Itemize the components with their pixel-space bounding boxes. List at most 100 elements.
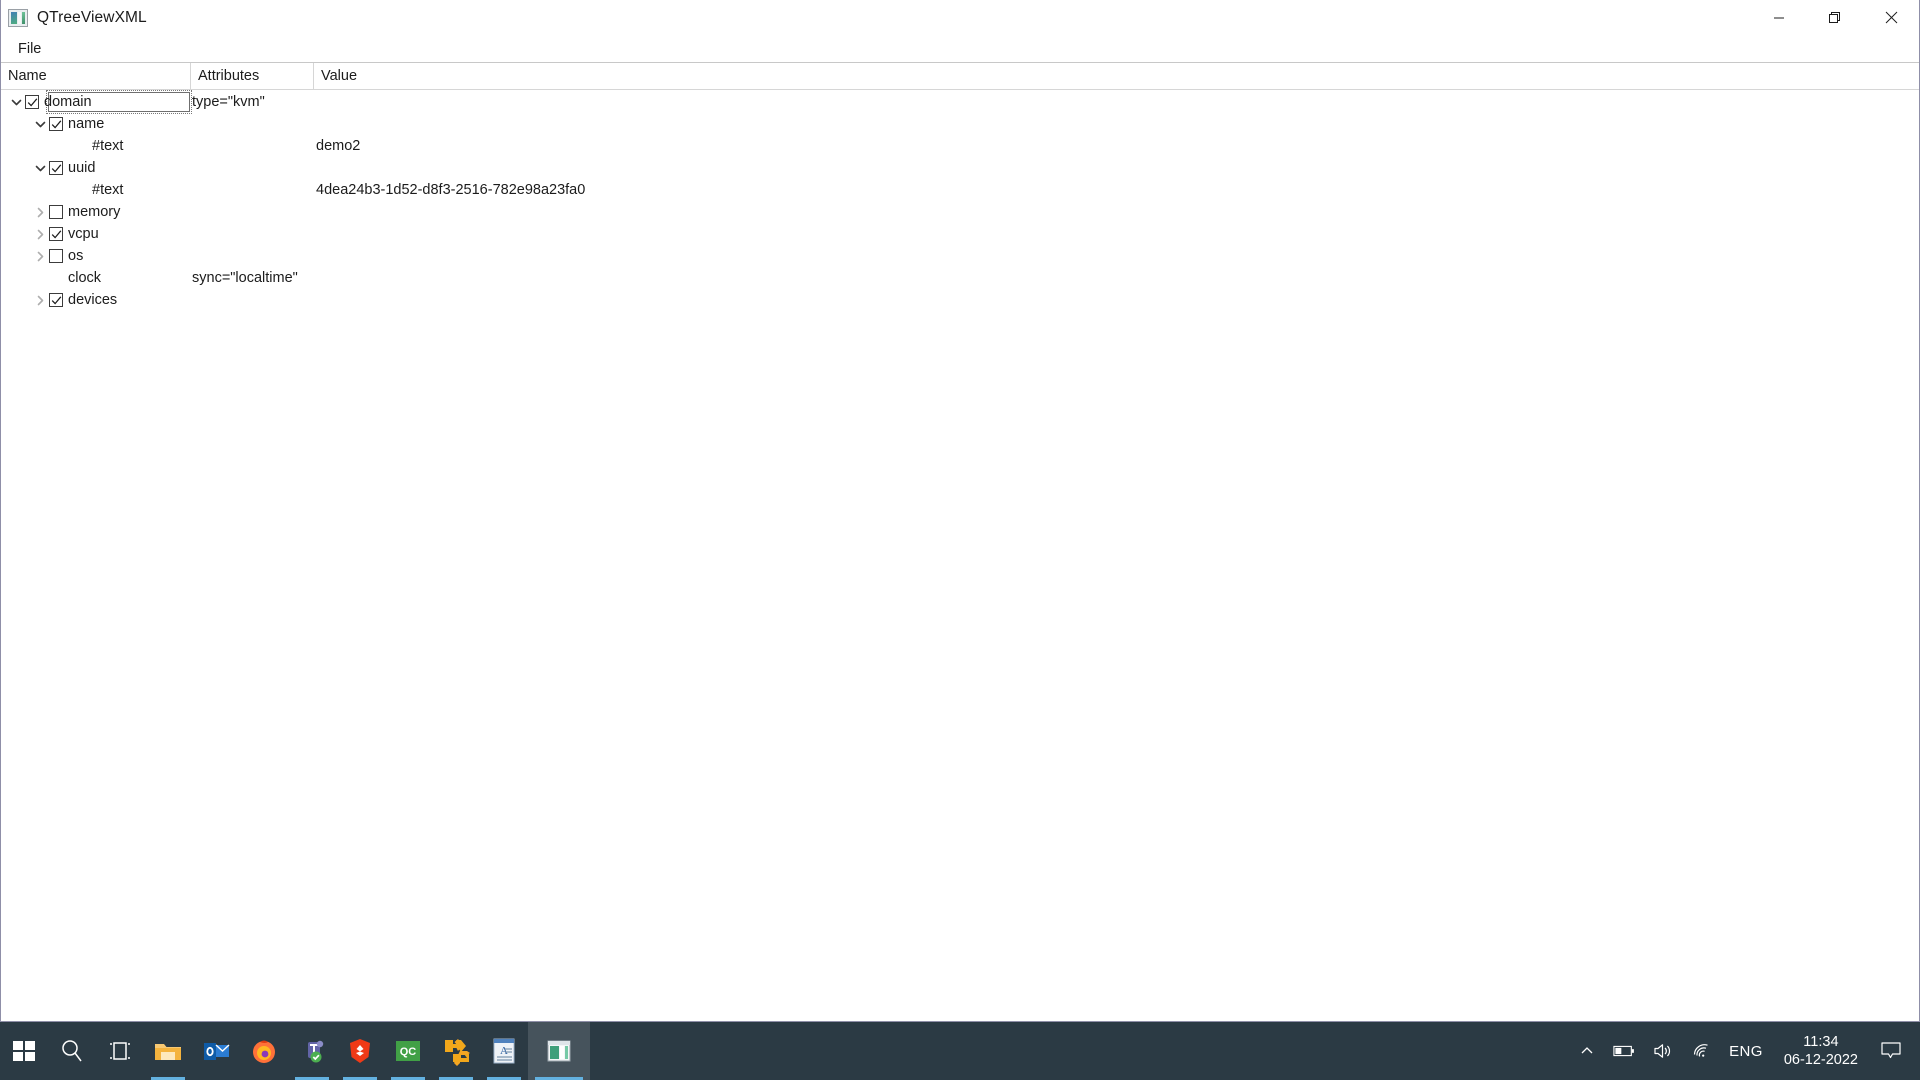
window-controls bbox=[1751, 0, 1919, 35]
chevron-right-icon[interactable] bbox=[31, 289, 49, 311]
wordpad-icon: A bbox=[493, 1038, 515, 1064]
notification-center-button[interactable] bbox=[1870, 1022, 1916, 1080]
visio-icon bbox=[445, 1039, 470, 1066]
tree-node-name-cell[interactable]: #text bbox=[1, 179, 190, 201]
tree-row[interactable]: memory bbox=[1, 201, 1919, 223]
taskbar-spacer bbox=[590, 1022, 1570, 1080]
check-icon bbox=[27, 97, 37, 107]
taskbar-item-microsoft-teams[interactable] bbox=[288, 1022, 336, 1080]
tree-node-attributes: sync="localtime" bbox=[192, 270, 298, 286]
chevron-down-icon[interactable] bbox=[7, 91, 25, 113]
tree-node-name-cell[interactable]: #text bbox=[1, 135, 190, 157]
volume-icon bbox=[1654, 1044, 1671, 1058]
checkbox-unchecked[interactable] bbox=[49, 205, 63, 219]
tree-node-name-cell[interactable]: vcpu bbox=[1, 223, 190, 245]
tree-node-name-cell[interactable]: domain bbox=[1, 90, 192, 114]
taskbar-item-file-explorer[interactable] bbox=[144, 1022, 192, 1080]
branch-spacer bbox=[55, 179, 73, 201]
restore-button[interactable] bbox=[1807, 0, 1863, 35]
close-button[interactable] bbox=[1863, 0, 1919, 35]
chevron-right-icon[interactable] bbox=[31, 201, 49, 223]
taskbar-item-outlook[interactable] bbox=[192, 1022, 240, 1080]
tree-row[interactable]: clock sync="localtime" bbox=[1, 267, 1919, 289]
column-header-name[interactable]: Name bbox=[1, 63, 190, 89]
checkbox-checked[interactable] bbox=[49, 227, 63, 241]
tree-node-name-cell[interactable]: os bbox=[1, 245, 190, 267]
outlook-icon bbox=[204, 1043, 230, 1060]
taskbar-item-search-button[interactable] bbox=[48, 1022, 96, 1080]
minimize-icon bbox=[1774, 17, 1784, 18]
show-hidden-icons-icon bbox=[1581, 1047, 1593, 1054]
checkbox-checked[interactable] bbox=[49, 117, 63, 131]
tree-node-name-cell[interactable]: name bbox=[1, 113, 190, 135]
check-icon bbox=[51, 163, 61, 173]
taskbar-item-wordpad[interactable]: A bbox=[480, 1022, 528, 1080]
clock-button[interactable]: 11:34 06-12-2022 bbox=[1772, 1022, 1870, 1080]
tree-node-value: demo2 bbox=[316, 138, 361, 154]
taskbar-app-buttons: QC A bbox=[0, 1022, 590, 1080]
taskbar-item-brave-browser[interactable] bbox=[336, 1022, 384, 1080]
show-hidden-icons-button[interactable] bbox=[1570, 1022, 1604, 1080]
tree-node-label: #text bbox=[92, 181, 124, 198]
column-header-attributes[interactable]: Attributes bbox=[190, 63, 313, 89]
battery-icon bbox=[1613, 1045, 1635, 1057]
svg-text:QC: QC bbox=[400, 1046, 417, 1058]
checkbox-checked[interactable] bbox=[49, 161, 63, 175]
svg-text:A: A bbox=[500, 1045, 508, 1057]
tree-node-name-cell[interactable]: devices bbox=[1, 289, 190, 311]
title-bar[interactable]: QTreeViewXML bbox=[1, 0, 1919, 35]
tree-node-label: name bbox=[68, 115, 105, 132]
tree-row[interactable]: #text demo2 bbox=[1, 135, 1919, 157]
checkbox-checked[interactable] bbox=[49, 293, 63, 307]
folder-icon bbox=[155, 1044, 181, 1060]
xml-tree-view[interactable]: Name Attributes Value domain type="kvm" na… bbox=[1, 62, 1919, 1021]
search-icon bbox=[62, 1040, 82, 1062]
tree-row[interactable]: #text 4dea24b3-1d52-d8f3-2516-782e98a23fa… bbox=[1, 179, 1919, 201]
network-button[interactable] bbox=[1682, 1022, 1720, 1080]
taskbar-item-start-button[interactable] bbox=[0, 1022, 48, 1080]
language-indicator[interactable]: ENG bbox=[1720, 1022, 1772, 1080]
check-icon bbox=[51, 119, 61, 129]
tree-row[interactable]: domain type="kvm" bbox=[1, 90, 1919, 114]
tree-rows: domain type="kvm" name #text demo2 uuid #text 4… bbox=[1, 90, 1919, 311]
close-icon bbox=[1885, 11, 1897, 24]
chevron-right-icon[interactable] bbox=[31, 245, 49, 267]
taskbar-item-qt-creator[interactable]: QC bbox=[384, 1022, 432, 1080]
window-title: QTreeViewXML bbox=[37, 8, 147, 26]
clock-time: 11:34 bbox=[1803, 1033, 1839, 1050]
windows-logo-icon bbox=[13, 1041, 35, 1061]
taskbar: QC A ENG 11:34 06-12-2022 bbox=[0, 1022, 1920, 1080]
qt-creator-icon: QC bbox=[396, 1041, 420, 1061]
branch-spacer bbox=[31, 267, 49, 289]
column-header-value[interactable]: Value bbox=[313, 63, 1919, 89]
tree-node-name-cell[interactable]: clock bbox=[1, 267, 190, 289]
tree-row[interactable]: uuid bbox=[1, 157, 1919, 179]
taskbar-item-visio[interactable] bbox=[432, 1022, 480, 1080]
tree-node-name-cell[interactable]: uuid bbox=[1, 157, 190, 179]
tree-node-label: os bbox=[68, 247, 84, 264]
checkbox-unchecked[interactable] bbox=[49, 249, 63, 263]
checkbox-checked[interactable] bbox=[25, 95, 39, 109]
wifi-icon bbox=[1694, 1044, 1708, 1057]
application-window: QTreeViewXML File Name Attributes Value … bbox=[0, 0, 1920, 1022]
check-icon bbox=[51, 295, 61, 305]
tree-row[interactable]: devices bbox=[1, 289, 1919, 311]
restore-icon bbox=[1829, 11, 1840, 23]
tree-node-name-cell[interactable]: memory bbox=[1, 201, 190, 223]
tree-row[interactable]: vcpu bbox=[1, 223, 1919, 245]
menu-item-file[interactable]: File bbox=[10, 38, 49, 60]
volume-button[interactable] bbox=[1644, 1022, 1682, 1080]
tree-row[interactable]: os bbox=[1, 245, 1919, 267]
chevron-down-icon[interactable] bbox=[31, 113, 49, 135]
notification-center-icon bbox=[1881, 1042, 1901, 1059]
chevron-down-icon[interactable] bbox=[31, 157, 49, 179]
taskbar-item-task-view-button[interactable] bbox=[96, 1022, 144, 1080]
taskbar-item-qtreeviewxml-app[interactable] bbox=[528, 1022, 590, 1080]
battery-button[interactable] bbox=[1604, 1022, 1644, 1080]
chevron-right-icon[interactable] bbox=[31, 223, 49, 245]
taskbar-item-firefox[interactable] bbox=[240, 1022, 288, 1080]
tree-row[interactable]: name bbox=[1, 113, 1919, 135]
tree-node-attributes: type="kvm" bbox=[192, 94, 265, 110]
minimize-button[interactable] bbox=[1751, 0, 1807, 35]
firefox-icon bbox=[253, 1040, 275, 1063]
